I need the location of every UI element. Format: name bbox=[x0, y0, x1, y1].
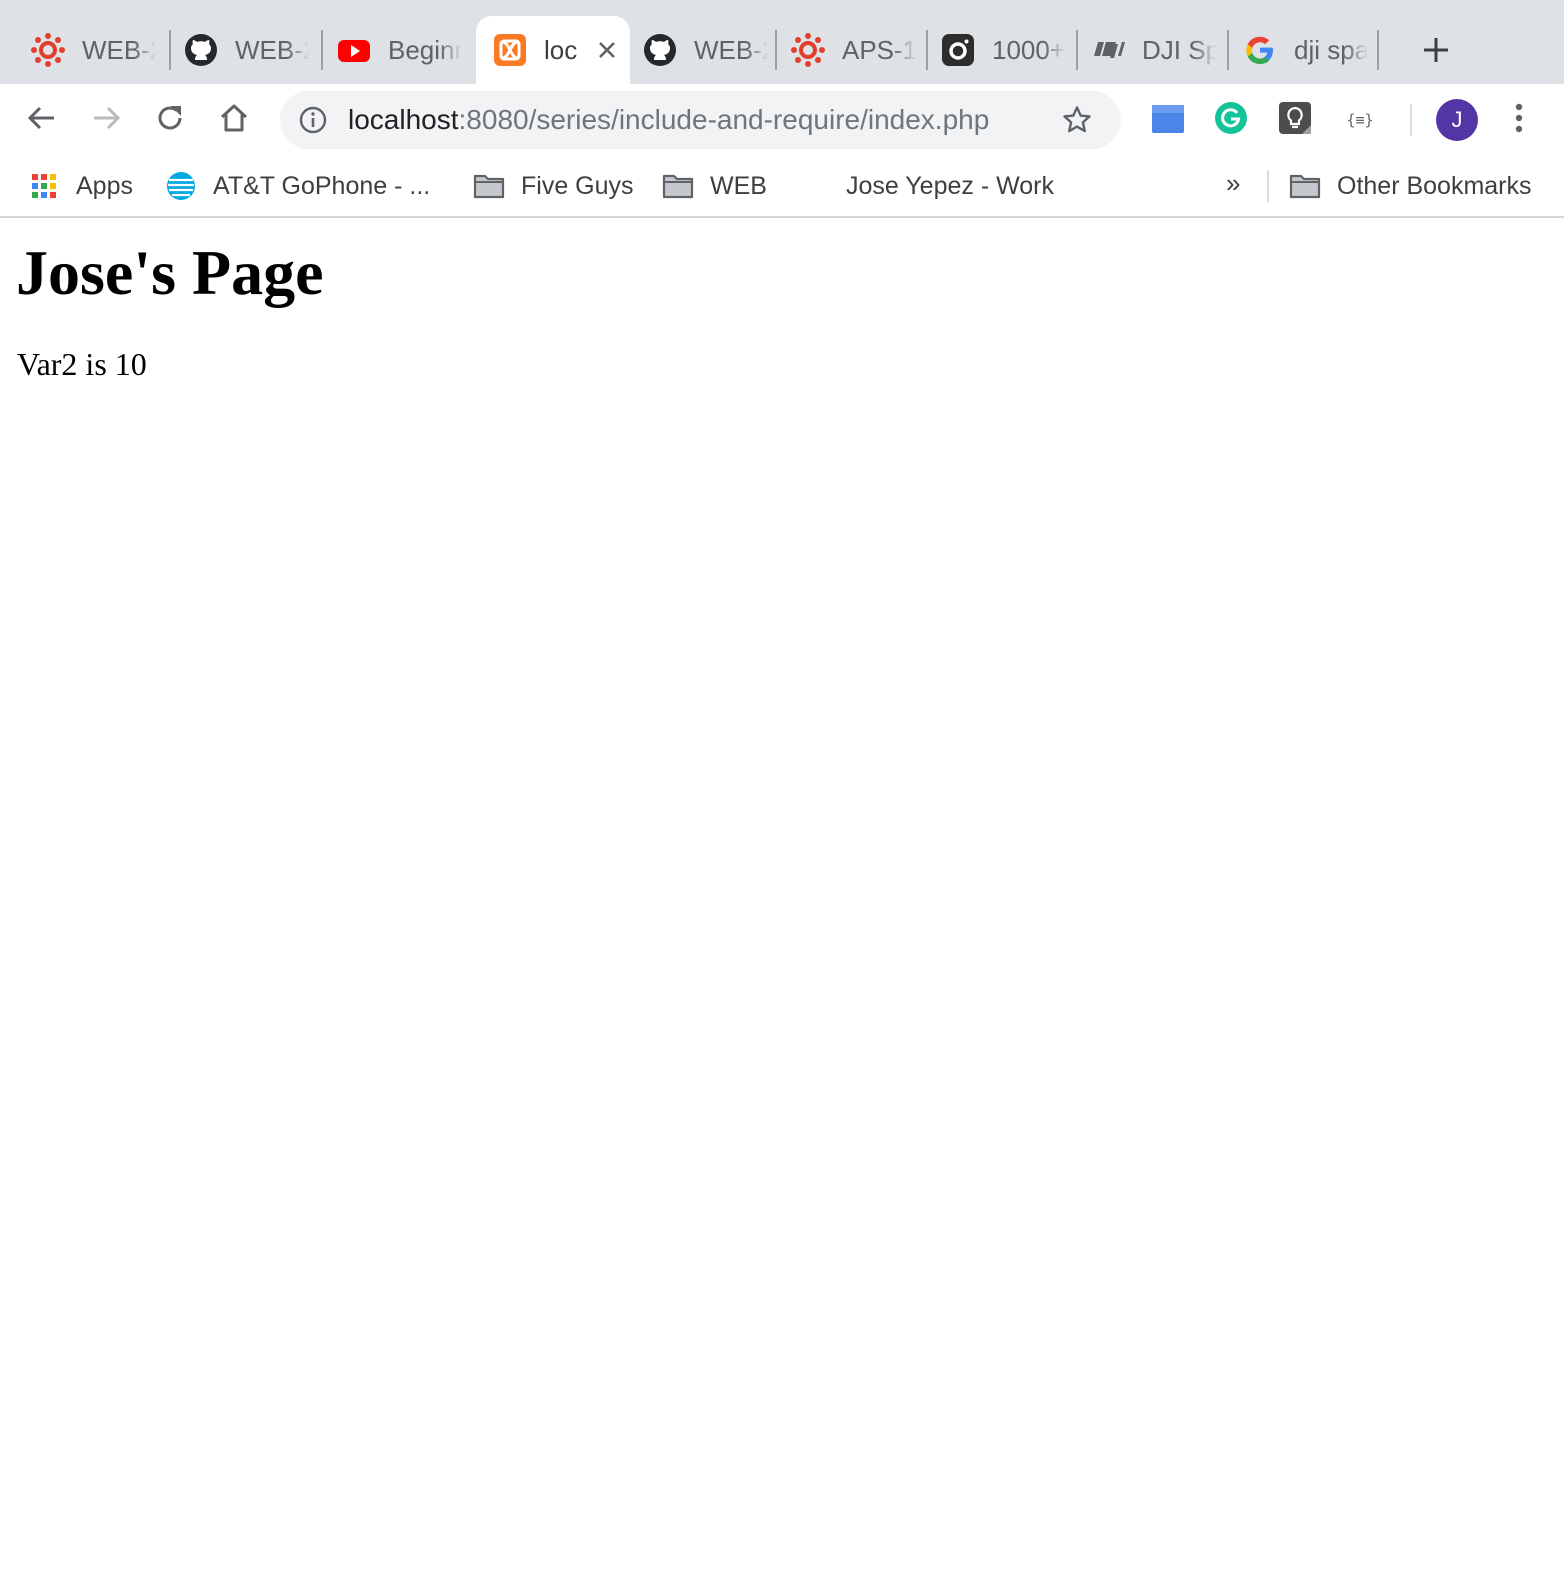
browser-menu-button[interactable] bbox=[1499, 100, 1539, 140]
bookmark-att-gophone[interactable]: AT&T GoPhone - ... bbox=[165, 166, 430, 206]
home-button[interactable] bbox=[214, 100, 254, 140]
var2-output-text: Var2 is 10 bbox=[17, 346, 147, 382]
bookmark-star-icon[interactable] bbox=[1060, 103, 1094, 137]
bookmark-label: Other Bookmarks bbox=[1337, 171, 1532, 200]
bookmarks-separator bbox=[1267, 170, 1269, 202]
calendar-extension-icon bbox=[1151, 101, 1185, 140]
tab-localhost-active[interactable]: loc bbox=[476, 16, 630, 84]
apps-grid-icon bbox=[28, 170, 60, 202]
bookmarks-overflow-chevron-icon[interactable]: » bbox=[1226, 168, 1240, 199]
bookmark-other-bookmarks[interactable]: Other Bookmarks bbox=[1289, 166, 1532, 206]
extension-lightbulb-button[interactable] bbox=[1275, 100, 1315, 140]
back-arrow-icon bbox=[26, 102, 58, 139]
forward-arrow-icon bbox=[90, 102, 122, 139]
youtube-icon bbox=[336, 32, 372, 68]
dji-icon bbox=[1090, 32, 1126, 68]
tab-title: APS-1 bbox=[842, 34, 916, 65]
more-vertical-icon bbox=[1514, 102, 1524, 139]
tab-aps-canvas[interactable]: APS-1 bbox=[760, 16, 928, 84]
reload-icon bbox=[154, 102, 186, 139]
tab-title: 1000+ bbox=[992, 34, 1066, 65]
folder-icon bbox=[662, 170, 694, 202]
canvas-icon bbox=[790, 32, 826, 68]
tab-title: WEB-2 bbox=[694, 34, 768, 65]
github-icon bbox=[642, 32, 678, 68]
folder-icon bbox=[473, 170, 505, 202]
site-info-icon[interactable] bbox=[298, 105, 328, 135]
address-bar[interactable]: localhost:8080/series/include-and-requir… bbox=[280, 91, 1121, 149]
profile-avatar[interactable]: J bbox=[1436, 99, 1478, 141]
xampp-icon bbox=[492, 32, 528, 68]
tab-title: WEB-2 bbox=[235, 34, 309, 65]
url-host: localhost bbox=[348, 104, 459, 135]
url-text[interactable]: localhost:8080/series/include-and-requir… bbox=[348, 104, 989, 136]
back-button[interactable] bbox=[22, 100, 62, 140]
extension-grammarly-button[interactable] bbox=[1211, 100, 1251, 140]
bookmark-folder-five-guys[interactable]: Five Guys bbox=[473, 166, 634, 206]
reload-button[interactable] bbox=[150, 100, 190, 140]
tab-web-2-github-2[interactable]: WEB-2 bbox=[612, 16, 780, 84]
tab-google-search[interactable]: dji spa bbox=[1212, 16, 1380, 84]
canvas-icon bbox=[30, 32, 66, 68]
extension-calendar-button[interactable] bbox=[1148, 100, 1188, 140]
bookmark-label: Five Guys bbox=[521, 171, 634, 200]
bookmark-apps[interactable]: Apps bbox=[28, 166, 133, 206]
forward-button[interactable] bbox=[86, 100, 126, 140]
tab-1000-plus[interactable]: 1000+ bbox=[910, 16, 1078, 84]
tab-title: loc bbox=[544, 34, 578, 65]
toolbar-separator bbox=[1410, 104, 1412, 136]
page-heading: Jose's Page bbox=[16, 237, 324, 308]
tab-web-2-github[interactable]: WEB-2 bbox=[153, 16, 321, 84]
tab-title: dji spa bbox=[1294, 34, 1368, 65]
bookmark-folder-web[interactable]: WEB bbox=[662, 166, 767, 206]
page-content: Jose's Page Var2 is 10 bbox=[0, 218, 1564, 1586]
tab-youtube[interactable]: Beginn bbox=[306, 16, 474, 84]
tab-strip: WEB-2 WEB-2 Beginn loc WEB-2 APS-1 bbox=[0, 0, 1564, 84]
bookmark-label: Jose Yepez - Work bbox=[846, 171, 1054, 200]
bookmark-label: AT&T GoPhone - ... bbox=[213, 171, 431, 200]
url-path: :8080/series/include-and-require/index.p… bbox=[458, 104, 990, 135]
folder-icon bbox=[1289, 170, 1321, 202]
tab-web-2-canvas[interactable]: WEB-2 bbox=[0, 16, 168, 84]
lightbulb-extension-icon bbox=[1278, 101, 1312, 140]
tab-title: Beginn bbox=[388, 34, 462, 65]
bookmark-label: WEB bbox=[710, 171, 767, 200]
tab-dji[interactable]: DJI Sp bbox=[1060, 16, 1228, 84]
bookmark-jose-yepez-work[interactable]: Jose Yepez - Work bbox=[846, 166, 1054, 206]
bookmark-label: Apps bbox=[76, 171, 133, 200]
browser-toolbar: localhost:8080/series/include-and-requir… bbox=[0, 84, 1564, 156]
bookmarks-bar: Apps AT&T GoPhone - ... Five Guys WEB Jo… bbox=[0, 156, 1564, 218]
new-tab-button[interactable] bbox=[1416, 30, 1456, 70]
home-icon bbox=[218, 102, 250, 139]
tab-title: WEB-2 bbox=[82, 34, 156, 65]
json-extension-icon[interactable]: {≡} bbox=[1338, 100, 1382, 140]
tab-separator bbox=[1377, 30, 1379, 70]
grammarly-icon bbox=[1214, 101, 1248, 140]
att-globe-icon bbox=[165, 170, 197, 202]
camera-icon bbox=[940, 32, 976, 68]
github-icon bbox=[183, 32, 219, 68]
google-icon bbox=[1242, 32, 1278, 68]
tab-title: DJI Sp bbox=[1142, 34, 1216, 65]
